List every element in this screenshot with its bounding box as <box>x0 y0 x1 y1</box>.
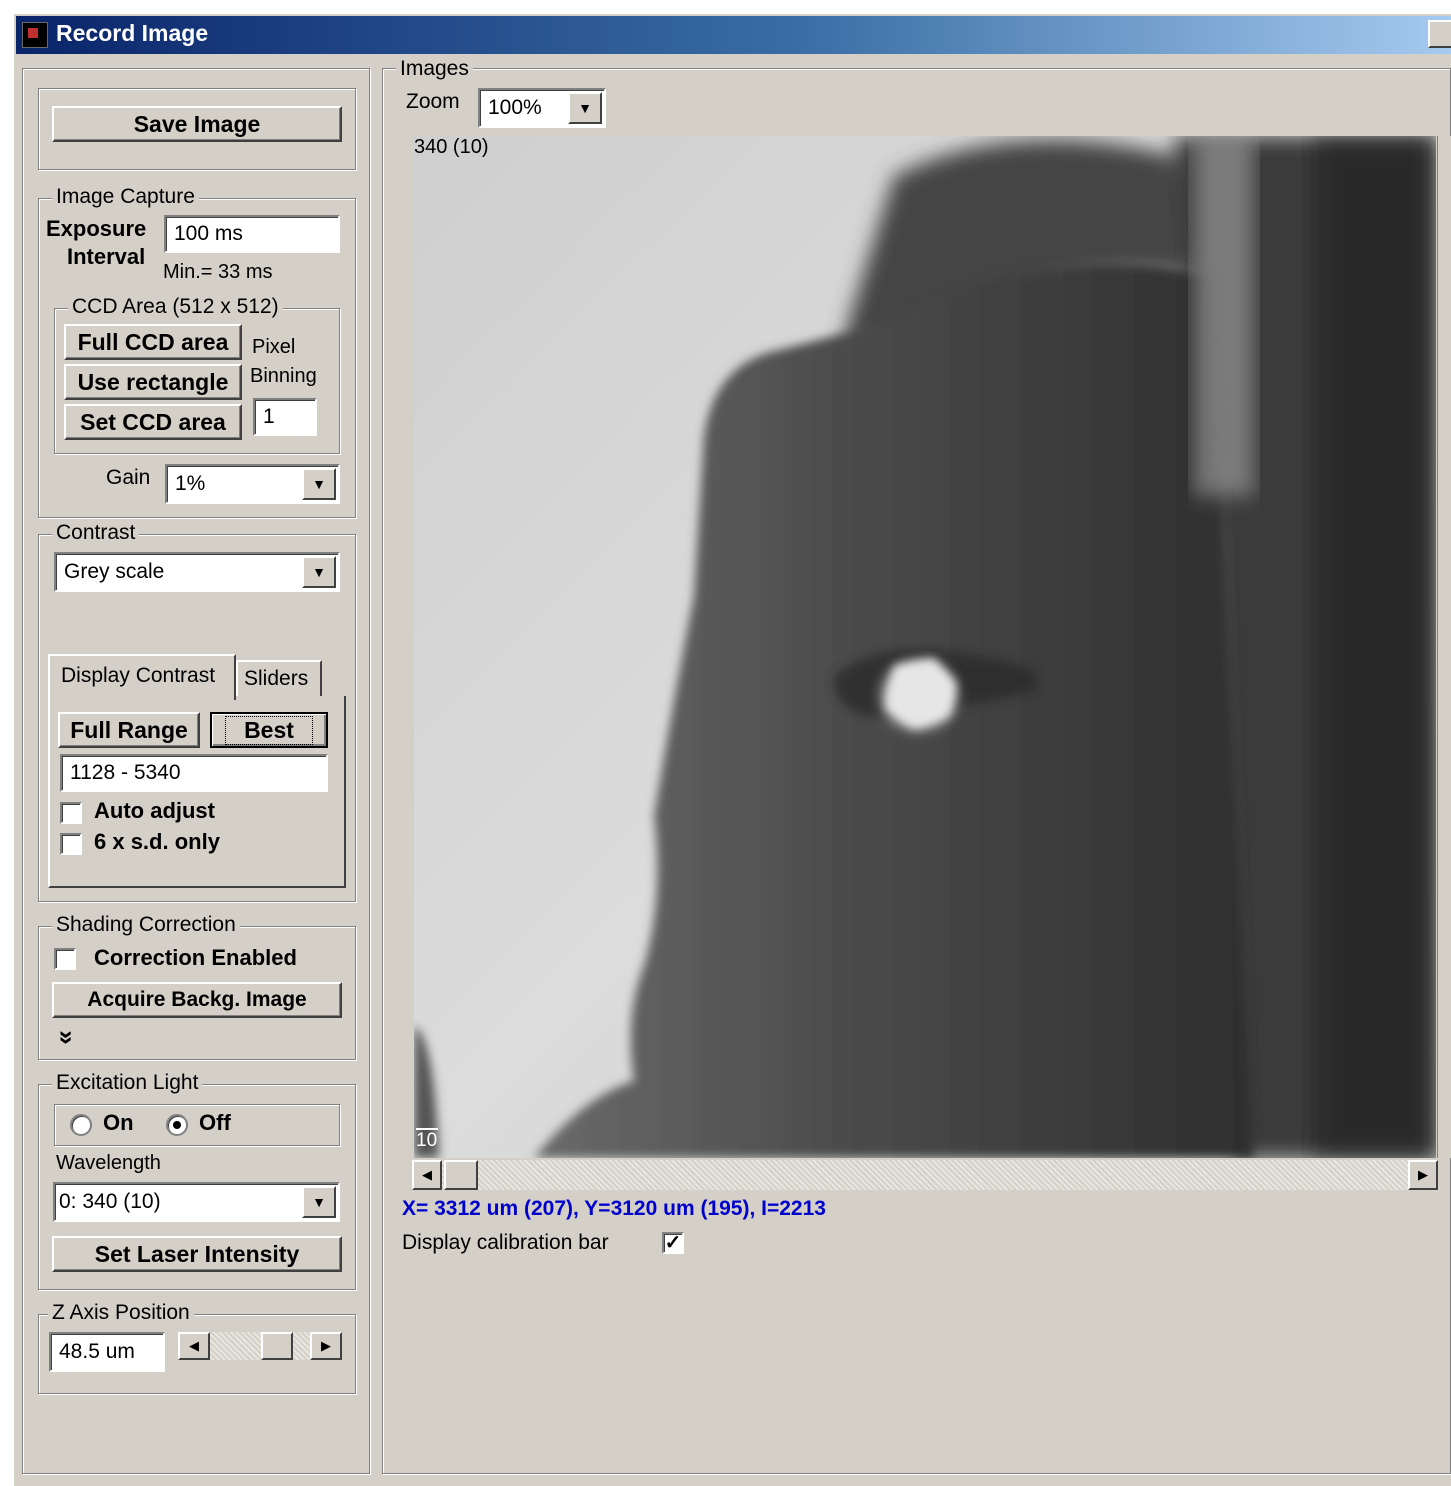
auto-adjust-label: Auto adjust <box>94 798 215 823</box>
pixel-label: Pixel <box>252 336 296 358</box>
wavelength-select[interactable]: 0: 340 (10) ▼ <box>53 1182 340 1222</box>
full-ccd-area-button[interactable]: Full CCD area <box>64 324 242 360</box>
acquire-background-button[interactable]: Acquire Backg. Image <box>52 982 342 1018</box>
zoom-value: 100% <box>488 96 542 119</box>
use-rectangle-button[interactable]: Use rectangle <box>64 364 242 400</box>
chevron-down-icon[interactable]: ▼ <box>568 92 602 124</box>
images-legend: Images <box>396 57 473 81</box>
chevron-down-icon[interactable]: ▼ <box>302 1186 336 1218</box>
binning-label: Binning <box>250 365 317 387</box>
ccd-area-legend: CCD Area (512 x 512) <box>68 295 283 319</box>
chevron-down-icon[interactable]: ▼ <box>302 468 336 500</box>
sd-only-label: 6 x s.d. only <box>94 829 220 854</box>
z-axis-legend: Z Axis Position <box>48 1301 194 1325</box>
app-icon <box>22 22 48 48</box>
chevron-down-icon[interactable]: ▼ <box>302 556 336 588</box>
gain-value: 1% <box>175 472 206 495</box>
calibration-bar-label: 10 <box>416 1130 438 1151</box>
display-calibration-label: Display calibration bar <box>402 1231 609 1254</box>
contrast-palette-select[interactable]: Grey scale ▼ <box>54 552 340 592</box>
correction-enabled-label: Correction Enabled <box>94 945 297 970</box>
cursor-readout: X= 3312 um (207), Y=3120 um (195), I=221… <box>402 1197 826 1220</box>
wavelength-label: Wavelength <box>56 1152 161 1174</box>
full-range-button[interactable]: Full Range <box>58 712 200 748</box>
window-title: Record Image <box>56 20 209 46</box>
save-image-button[interactable]: Save Image <box>52 106 342 142</box>
tab-sliders-label: Sliders <box>244 667 309 690</box>
microscope-image <box>414 136 1436 1158</box>
slider-left-arrow-icon[interactable]: ◀ <box>178 1332 210 1360</box>
light-on-radio[interactable] <box>70 1114 92 1136</box>
scroll-left-arrow-icon[interactable]: ◀ <box>412 1160 442 1190</box>
image-capture-legend: Image Capture <box>52 185 199 209</box>
z-position-input[interactable]: 48.5 um <box>49 1332 165 1372</box>
set-ccd-area-button[interactable]: Set CCD area <box>64 404 242 440</box>
horizontal-scrollbar[interactable] <box>412 1160 1438 1190</box>
title-bar[interactable]: Record Image <box>16 16 1451 54</box>
zoom-label: Zoom <box>406 90 460 113</box>
wavelength-value: 0: 340 (10) <box>59 1190 161 1213</box>
window-control-button[interactable] <box>1428 20 1451 48</box>
contrast-legend: Contrast <box>52 521 140 545</box>
tab-display-contrast-label: Display Contrast <box>61 664 216 687</box>
best-button-label: Best <box>225 715 313 745</box>
contrast-range-input[interactable]: 1128 - 5340 <box>60 754 328 792</box>
expand-chevron-icon[interactable]: » <box>52 1030 83 1044</box>
gain-label: Gain <box>106 466 151 489</box>
light-on-label: On <box>103 1110 134 1135</box>
min-exposure-note: Min.= 33 ms <box>163 261 273 283</box>
exposure-label: Exposure <box>46 216 147 241</box>
best-button[interactable]: Best <box>210 712 328 748</box>
z-slider-thumb[interactable] <box>261 1332 293 1360</box>
shading-correction-legend: Shading Correction <box>52 913 240 937</box>
vertical-scrollbar[interactable] <box>1437 136 1451 1158</box>
slider-right-arrow-icon[interactable]: ▶ <box>310 1332 342 1360</box>
zoom-select[interactable]: 100% ▼ <box>478 88 606 128</box>
scroll-right-arrow-icon[interactable]: ▶ <box>1408 1160 1438 1190</box>
excitation-light-legend: Excitation Light <box>52 1071 203 1095</box>
display-calibration-checkbox[interactable]: ✓ <box>662 1232 684 1254</box>
interval-label: Interval <box>67 244 146 269</box>
correction-enabled-checkbox[interactable] <box>54 948 76 970</box>
frame-wavelength-label: 340 (10) <box>414 136 489 158</box>
gain-select[interactable]: 1% ▼ <box>165 464 340 504</box>
exposure-interval-input[interactable]: 100 ms <box>164 215 340 253</box>
set-laser-intensity-button[interactable]: Set Laser Intensity <box>52 1236 342 1272</box>
pixel-binning-input[interactable]: 1 <box>253 398 317 436</box>
light-off-label: Off <box>199 1110 231 1135</box>
image-display[interactable]: 340 (10) 10 <box>414 136 1436 1158</box>
light-on-off-group <box>54 1104 340 1146</box>
auto-adjust-checkbox[interactable] <box>60 802 82 824</box>
light-off-radio[interactable] <box>166 1114 188 1136</box>
scroll-thumb[interactable] <box>444 1160 478 1190</box>
contrast-palette-value: Grey scale <box>64 560 165 583</box>
sd-only-checkbox[interactable] <box>60 833 82 855</box>
